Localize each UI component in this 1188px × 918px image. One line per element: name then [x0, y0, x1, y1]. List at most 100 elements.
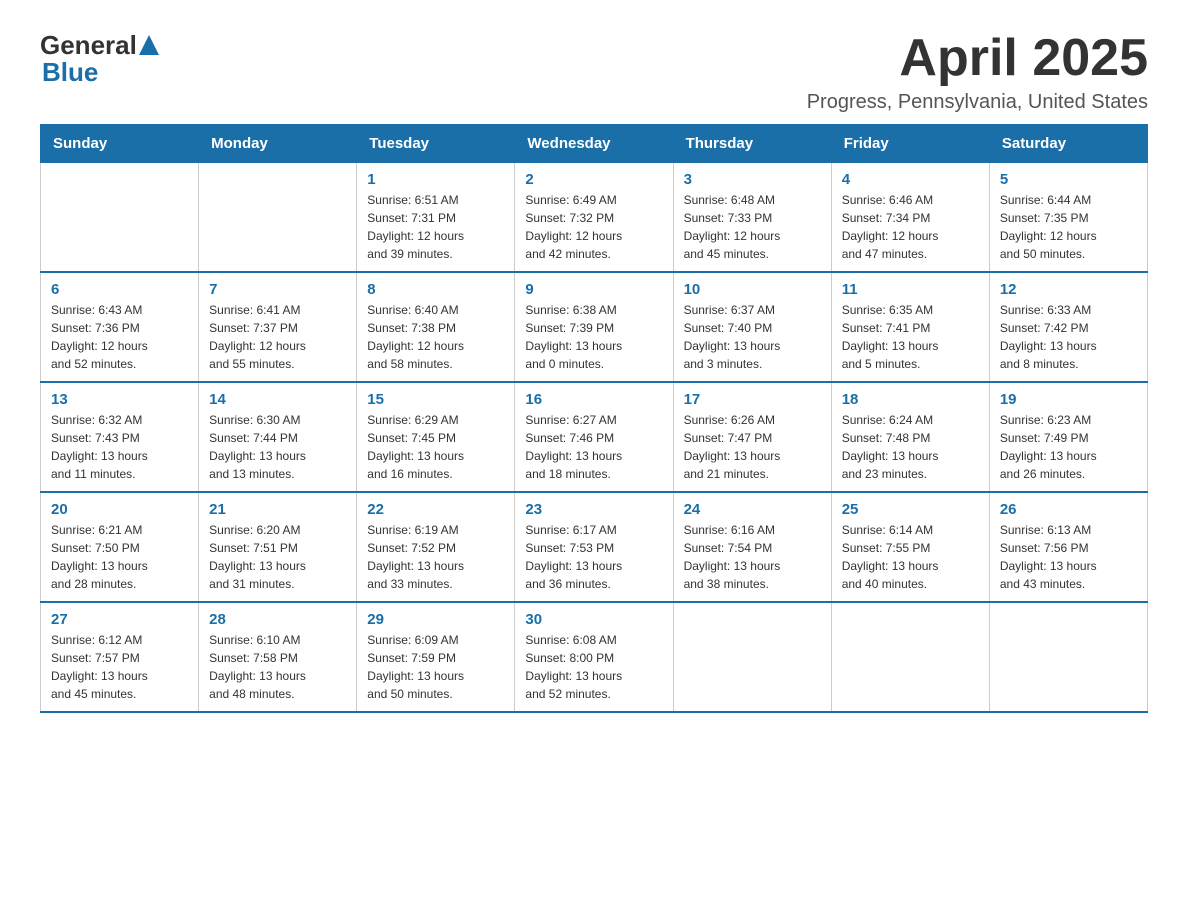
day-number: 1: [367, 171, 504, 188]
day-number: 4: [842, 171, 979, 188]
header: General Blue April 2025 Progress, Pennsy…: [40, 30, 1148, 114]
calendar-cell: 28 Sunrise: 6:10 AM Sunset: 7:58 PM Dayli…: [199, 602, 357, 712]
day-info: Sunrise: 6:44 AM Sunset: 7:35 PM Dayligh…: [1000, 191, 1137, 263]
day-number: 8: [367, 281, 504, 298]
calendar-cell: 17Sunrise: 6:26 AM Sunset: 7:47 PM Dayli…: [673, 382, 831, 492]
logo-triangle-icon: [139, 35, 159, 57]
day-info: Sunrise: 6:14 AM Sunset: 7:55 PM Dayligh…: [842, 521, 979, 593]
title-block: April 2025 Progress, Pennsylvania, Unite…: [807, 30, 1148, 114]
day-number: 25: [842, 501, 979, 518]
calendar-cell: [41, 163, 199, 273]
calendar-cell: 30 Sunrise: 6:08 AM Sunset: 8:00 PM Dayli…: [515, 602, 673, 712]
calendar-week-row: 1 Sunrise: 6:51 AM Sunset: 7:31 PM Daylig…: [41, 163, 1148, 273]
calendar-cell: 11 Sunrise: 6:35 AM Sunset: 7:41 PM Dayli…: [831, 272, 989, 382]
calendar-header-tuesday: Tuesday: [357, 125, 515, 163]
day-number: 13: [51, 391, 188, 408]
day-info: Sunrise: 6:35 AM Sunset: 7:41 PM Dayligh…: [842, 301, 979, 373]
day-info: Sunrise: 6:13 AM Sunset: 7:56 PM Dayligh…: [1000, 521, 1137, 593]
day-number: 21: [209, 501, 346, 518]
day-number: 16: [525, 391, 662, 408]
day-info: Sunrise: 6:37 AM Sunset: 7:40 PM Dayligh…: [684, 301, 821, 373]
calendar-week-row: 13 Sunrise: 6:32 AM Sunset: 7:43 PM Dayli…: [41, 382, 1148, 492]
day-info: Sunrise: 6:09 AM Sunset: 7:59 PM Dayligh…: [367, 631, 504, 703]
day-info: Sunrise: 6:41 AM Sunset: 7:37 PM Dayligh…: [209, 301, 346, 373]
day-number: 29: [367, 611, 504, 628]
day-info: Sunrise: 6:46 AM Sunset: 7:34 PM Dayligh…: [842, 191, 979, 263]
calendar-cell: [831, 602, 989, 712]
calendar-cell: 10 Sunrise: 6:37 AM Sunset: 7:40 PM Dayli…: [673, 272, 831, 382]
day-number: 22: [367, 501, 504, 518]
calendar-cell: 18Sunrise: 6:24 AM Sunset: 7:48 PM Dayli…: [831, 382, 989, 492]
day-info: Sunrise: 6:29 AM Sunset: 7:45 PM Dayligh…: [367, 411, 504, 483]
day-number: 12: [1000, 281, 1137, 298]
day-info: Sunrise: 6:21 AM Sunset: 7:50 PM Dayligh…: [51, 521, 188, 593]
day-number: 9: [525, 281, 662, 298]
calendar-cell: 15Sunrise: 6:29 AM Sunset: 7:45 PM Dayli…: [357, 382, 515, 492]
day-number: 11: [842, 281, 979, 298]
calendar-cell: 3 Sunrise: 6:48 AM Sunset: 7:33 PM Daylig…: [673, 163, 831, 273]
day-number: 30: [525, 611, 662, 628]
calendar-cell: 2 Sunrise: 6:49 AM Sunset: 7:32 PM Daylig…: [515, 163, 673, 273]
day-info: Sunrise: 6:49 AM Sunset: 7:32 PM Dayligh…: [525, 191, 662, 263]
day-info: Sunrise: 6:43 AM Sunset: 7:36 PM Dayligh…: [51, 301, 188, 373]
day-info: Sunrise: 6:32 AM Sunset: 7:43 PM Dayligh…: [51, 411, 188, 483]
day-info: Sunrise: 6:10 AM Sunset: 7:58 PM Dayligh…: [209, 631, 346, 703]
day-number: 3: [684, 171, 821, 188]
day-number: 10: [684, 281, 821, 298]
calendar-cell: 8Sunrise: 6:40 AM Sunset: 7:38 PM Daylig…: [357, 272, 515, 382]
calendar-cell: 14 Sunrise: 6:30 AM Sunset: 7:44 PM Dayli…: [199, 382, 357, 492]
calendar-header-wednesday: Wednesday: [515, 125, 673, 163]
day-info: Sunrise: 6:26 AM Sunset: 7:47 PM Dayligh…: [684, 411, 821, 483]
calendar-header-thursday: Thursday: [673, 125, 831, 163]
calendar-cell: [673, 602, 831, 712]
day-info: Sunrise: 6:12 AM Sunset: 7:57 PM Dayligh…: [51, 631, 188, 703]
calendar-cell: 27 Sunrise: 6:12 AM Sunset: 7:57 PM Dayli…: [41, 602, 199, 712]
calendar-cell: [989, 602, 1147, 712]
day-info: Sunrise: 6:24 AM Sunset: 7:48 PM Dayligh…: [842, 411, 979, 483]
logo: General Blue: [40, 30, 159, 88]
calendar-cell: 21 Sunrise: 6:20 AM Sunset: 7:51 PM Dayli…: [199, 492, 357, 602]
calendar-cell: 19 Sunrise: 6:23 AM Sunset: 7:49 PM Dayli…: [989, 382, 1147, 492]
day-info: Sunrise: 6:38 AM Sunset: 7:39 PM Dayligh…: [525, 301, 662, 373]
day-info: Sunrise: 6:23 AM Sunset: 7:49 PM Dayligh…: [1000, 411, 1137, 483]
calendar-cell: 5 Sunrise: 6:44 AM Sunset: 7:35 PM Daylig…: [989, 163, 1147, 273]
day-number: 7: [209, 281, 346, 298]
calendar-cell: 24Sunrise: 6:16 AM Sunset: 7:54 PM Dayli…: [673, 492, 831, 602]
calendar-week-row: 27 Sunrise: 6:12 AM Sunset: 7:57 PM Dayli…: [41, 602, 1148, 712]
page-title: April 2025: [807, 30, 1148, 87]
calendar-cell: 4 Sunrise: 6:46 AM Sunset: 7:34 PM Daylig…: [831, 163, 989, 273]
day-number: 28: [209, 611, 346, 628]
calendar-cell: 13 Sunrise: 6:32 AM Sunset: 7:43 PM Dayli…: [41, 382, 199, 492]
calendar-header-row: SundayMondayTuesdayWednesdayThursdayFrid…: [41, 125, 1148, 163]
day-number: 23: [525, 501, 662, 518]
calendar-cell: 6Sunrise: 6:43 AM Sunset: 7:36 PM Daylig…: [41, 272, 199, 382]
day-number: 19: [1000, 391, 1137, 408]
day-info: Sunrise: 6:51 AM Sunset: 7:31 PM Dayligh…: [367, 191, 504, 263]
day-info: Sunrise: 6:27 AM Sunset: 7:46 PM Dayligh…: [525, 411, 662, 483]
day-info: Sunrise: 6:30 AM Sunset: 7:44 PM Dayligh…: [209, 411, 346, 483]
calendar-header-sunday: Sunday: [41, 125, 199, 163]
calendar-cell: 20Sunrise: 6:21 AM Sunset: 7:50 PM Dayli…: [41, 492, 199, 602]
day-info: Sunrise: 6:20 AM Sunset: 7:51 PM Dayligh…: [209, 521, 346, 593]
day-info: Sunrise: 6:08 AM Sunset: 8:00 PM Dayligh…: [525, 631, 662, 703]
day-info: Sunrise: 6:17 AM Sunset: 7:53 PM Dayligh…: [525, 521, 662, 593]
calendar-cell: 22 Sunrise: 6:19 AM Sunset: 7:52 PM Dayli…: [357, 492, 515, 602]
day-info: Sunrise: 6:19 AM Sunset: 7:52 PM Dayligh…: [367, 521, 504, 593]
day-info: Sunrise: 6:48 AM Sunset: 7:33 PM Dayligh…: [684, 191, 821, 263]
calendar-week-row: 20Sunrise: 6:21 AM Sunset: 7:50 PM Dayli…: [41, 492, 1148, 602]
page-subtitle: Progress, Pennsylvania, United States: [807, 91, 1148, 114]
day-number: 5: [1000, 171, 1137, 188]
day-number: 27: [51, 611, 188, 628]
calendar-cell: 29 Sunrise: 6:09 AM Sunset: 7:59 PM Dayli…: [357, 602, 515, 712]
calendar-cell: 12 Sunrise: 6:33 AM Sunset: 7:42 PM Dayli…: [989, 272, 1147, 382]
day-number: 14: [209, 391, 346, 408]
calendar-cell: 7 Sunrise: 6:41 AM Sunset: 7:37 PM Daylig…: [199, 272, 357, 382]
calendar-header-saturday: Saturday: [989, 125, 1147, 163]
day-number: 24: [684, 501, 821, 518]
day-info: Sunrise: 6:33 AM Sunset: 7:42 PM Dayligh…: [1000, 301, 1137, 373]
calendar-cell: 26 Sunrise: 6:13 AM Sunset: 7:56 PM Dayli…: [989, 492, 1147, 602]
day-number: 26: [1000, 501, 1137, 518]
calendar-cell: 23 Sunrise: 6:17 AM Sunset: 7:53 PM Dayli…: [515, 492, 673, 602]
day-number: 2: [525, 171, 662, 188]
calendar-cell: 25 Sunrise: 6:14 AM Sunset: 7:55 PM Dayli…: [831, 492, 989, 602]
